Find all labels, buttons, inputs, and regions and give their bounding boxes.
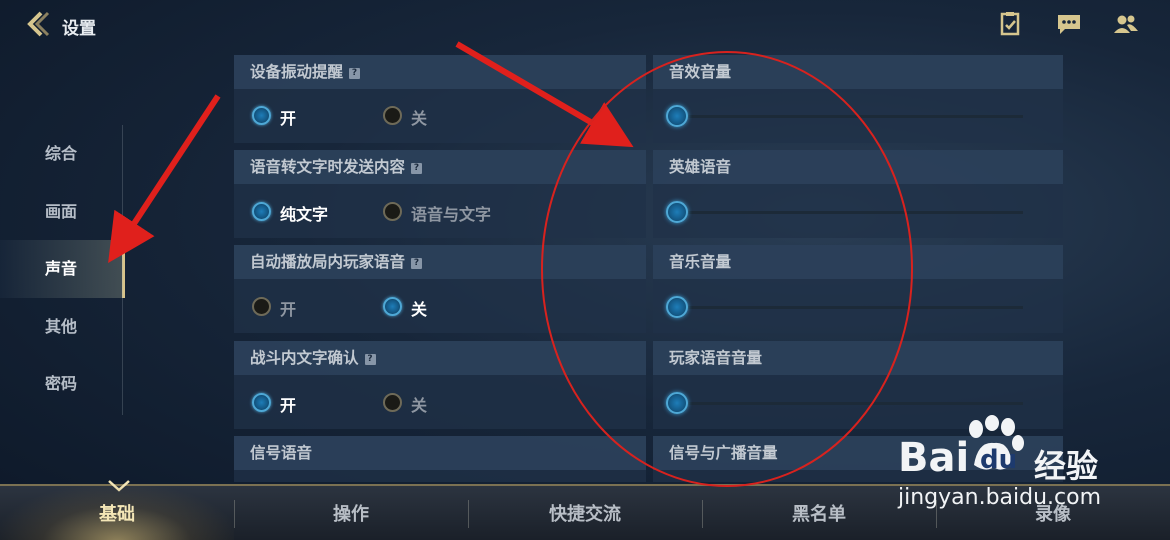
setting-battle-text-confirm: 战斗内文字确认? 开 关: [234, 341, 646, 429]
setting-device-vibration: 设备振动提醒? 开 关: [234, 55, 646, 143]
radio-text-only[interactable]: [252, 202, 271, 221]
setting-autoplay-player-voice: 自动播放局内玩家语音? 开 关: [234, 245, 646, 333]
top-bar: 设置: [0, 0, 1170, 50]
page-title: 设置: [62, 19, 96, 39]
radio-on[interactable]: [252, 106, 271, 125]
setting-title: 信号语音: [250, 444, 313, 462]
setting-signal-voice: 信号语音: [234, 436, 646, 482]
sidebar-item-graphics[interactable]: 画面: [0, 183, 125, 241]
setting-title: 设备振动提醒: [250, 63, 344, 81]
watermark-product: 经验: [1034, 447, 1099, 485]
setting-title: 信号与广播音量: [669, 444, 778, 462]
setting-title: 战斗内文字确认: [250, 349, 359, 367]
friends-icon[interactable]: [1113, 12, 1139, 36]
help-icon[interactable]: ?: [411, 258, 423, 269]
setting-title: 英雄语音: [669, 158, 732, 176]
volume-slider-track[interactable]: [679, 211, 1023, 214]
radio-off[interactable]: [383, 106, 402, 125]
chat-icon[interactable]: [1056, 12, 1082, 36]
tab-basic[interactable]: 基础: [0, 486, 234, 540]
sidebar-item-password[interactable]: 密码: [0, 355, 125, 413]
watermark-url: jingyan.baidu.com: [898, 485, 1102, 510]
tab-quick-chat[interactable]: 快捷交流: [468, 486, 702, 540]
setting-sfx-volume: 音效音量: [653, 55, 1063, 143]
radio-label: 开: [280, 396, 297, 415]
volume-slider-knob[interactable]: [666, 201, 688, 223]
sidebar-divider: [122, 125, 123, 415]
radio-on[interactable]: [252, 297, 271, 316]
help-icon[interactable]: ?: [349, 68, 361, 79]
sidebar-item-general[interactable]: 综合: [0, 125, 125, 183]
setting-title: 音乐音量: [669, 253, 732, 271]
setting-hero-voice: 英雄语音: [653, 150, 1063, 238]
radio-label: 开: [280, 300, 297, 319]
sidebar-item-sound[interactable]: 声音: [0, 240, 125, 298]
volume-slider-track[interactable]: [679, 306, 1023, 309]
setting-title: 玩家语音音量: [669, 349, 763, 367]
back-chevron-icon[interactable]: [24, 10, 52, 38]
setting-title: 自动播放局内玩家语音: [250, 253, 406, 271]
radio-label: 关: [411, 109, 428, 128]
tab-controls[interactable]: 操作: [234, 486, 468, 540]
watermark-brand-right: du: [980, 445, 1018, 475]
checklist-icon[interactable]: [998, 12, 1024, 36]
watermark-brand-left: Bai: [898, 435, 970, 481]
setting-title: 音效音量: [669, 63, 732, 81]
help-icon[interactable]: ?: [411, 163, 423, 174]
radio-label: 关: [411, 396, 428, 415]
sidebar: 综合 画面 声音 其他 密码: [0, 125, 125, 413]
radio-off[interactable]: [383, 393, 402, 412]
radio-label: 关: [411, 300, 428, 319]
volume-slider-knob[interactable]: [666, 296, 688, 318]
radio-voice-and-text[interactable]: [383, 202, 402, 221]
radio-label: 纯文字: [280, 205, 329, 224]
setting-voice-to-text: 语音转文字时发送内容? 纯文字 语音与文字: [234, 150, 646, 238]
volume-slider-track[interactable]: [679, 115, 1023, 118]
radio-on[interactable]: [252, 393, 271, 412]
watermark: Bai du 经验 jingyan.baidu.com: [898, 415, 1118, 515]
setting-music-volume: 音乐音量: [653, 245, 1063, 333]
setting-title: 语音转文字时发送内容: [250, 158, 406, 176]
volume-slider-knob[interactable]: [666, 105, 688, 127]
radio-off[interactable]: [383, 297, 402, 316]
volume-slider-track[interactable]: [679, 402, 1023, 405]
help-icon[interactable]: ?: [364, 354, 376, 365]
radio-label: 开: [280, 109, 297, 128]
radio-label: 语音与文字: [411, 205, 492, 224]
annotation-arrow-sound: [108, 94, 221, 264]
volume-slider-knob[interactable]: [666, 392, 688, 414]
sidebar-item-other[interactable]: 其他: [0, 298, 125, 356]
